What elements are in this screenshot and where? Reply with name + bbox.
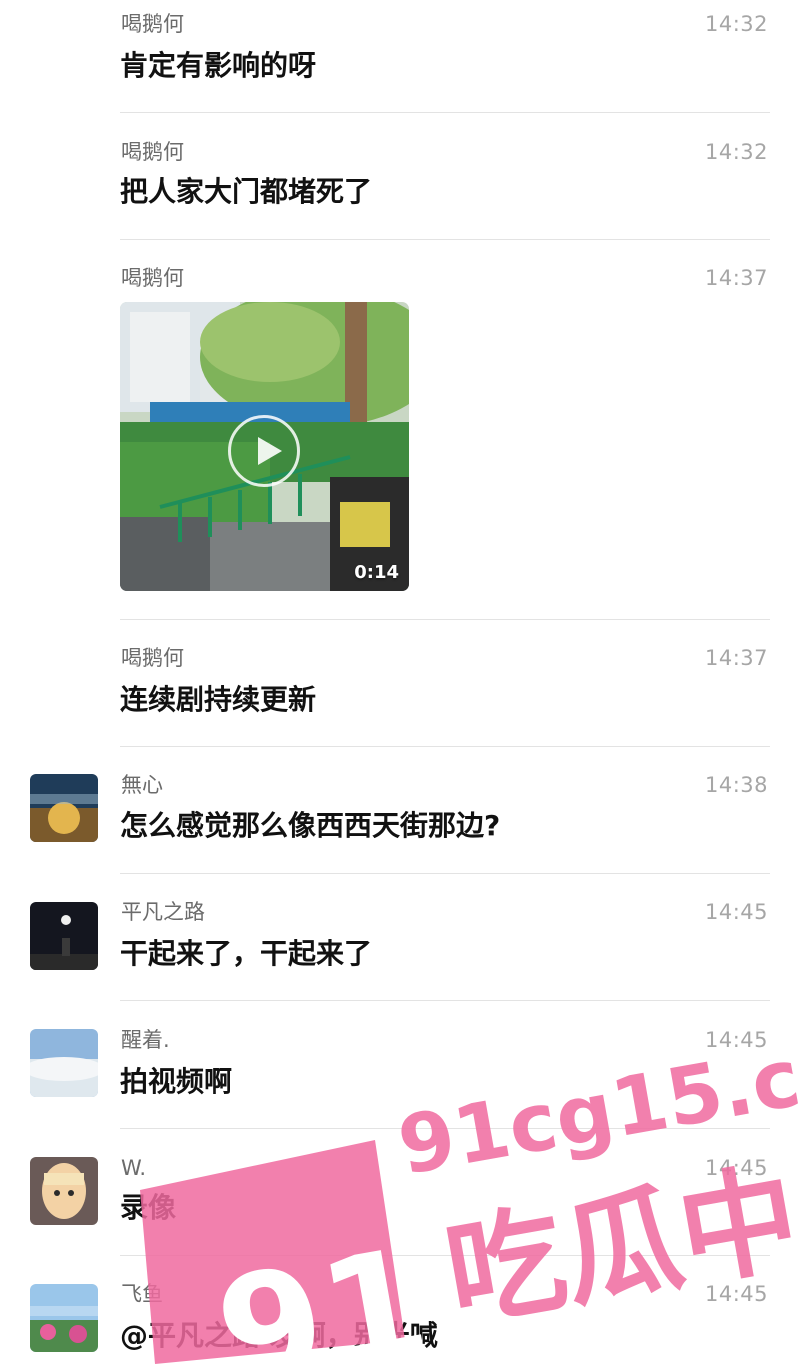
avatar-image [30,1157,98,1225]
sender-name[interactable]: 無心 [121,773,163,797]
avatar-image [30,1029,98,1097]
avatar-image [30,774,98,842]
message-text[interactable]: 怎么感觉那么像西西天街那边? [120,808,500,844]
chat-message-list[interactable]: 喝鹅何 14:32 肯定有影响的呀 喝鹅何 14:32 把人家大门都堵死了 喝鹅… [0,0,800,1364]
message-text[interactable]: 录像 [120,1190,176,1226]
sender-name[interactable]: W. [121,1156,146,1180]
message-time: 14:32 [704,140,768,164]
message-time: 14:45 [704,1156,768,1180]
divider [120,239,770,240]
avatar[interactable] [30,1029,98,1097]
message-time: 14:37 [704,266,768,290]
avatar[interactable] [30,1284,98,1352]
avatar[interactable] [30,1157,98,1225]
sender-name[interactable]: 喝鹅何 [121,12,184,36]
message-text[interactable]: 连续剧持续更新 [120,682,316,718]
sender-name[interactable]: 飞鱼 [121,1282,163,1306]
mention-link[interactable]: @平凡之路 [120,1319,260,1352]
sender-name[interactable]: 平凡之路 [121,900,205,924]
sender-name[interactable]: 醒着. [121,1028,170,1052]
divider [120,1255,770,1256]
sender-name[interactable]: 喝鹅何 [121,140,184,164]
sender-name[interactable]: 喝鹅何 [121,646,184,670]
message-time: 14:32 [704,12,768,36]
message-time: 14:37 [704,646,768,670]
divider [120,112,770,113]
play-icon[interactable] [228,415,300,487]
divider [120,873,770,874]
divider [120,619,770,620]
avatar[interactable] [30,902,98,970]
message-text[interactable]: @平凡之路 发啊，别光喊 [120,1318,438,1354]
message-text[interactable]: 拍视频啊 [120,1064,232,1100]
message-text[interactable]: 肯定有影响的呀 [120,48,316,84]
avatar-image [30,1284,98,1352]
divider [120,1000,770,1001]
message-time: 14:45 [704,900,768,924]
message-time: 14:45 [704,1028,768,1052]
video-duration: 0:14 [354,562,399,583]
message-time: 14:38 [704,773,768,797]
message-text[interactable]: 把人家大门都堵死了 [120,174,372,210]
video-thumbnail[interactable]: 0:14 [120,302,409,591]
message-time: 14:45 [704,1282,768,1306]
sender-name[interactable]: 喝鹅何 [121,266,184,290]
avatar-image [30,902,98,970]
message-text-content: 发啊，别光喊 [260,1319,438,1352]
message-text[interactable]: 干起来了，干起来了 [120,936,372,972]
divider [120,746,770,747]
divider [120,1128,770,1129]
avatar[interactable] [30,774,98,842]
